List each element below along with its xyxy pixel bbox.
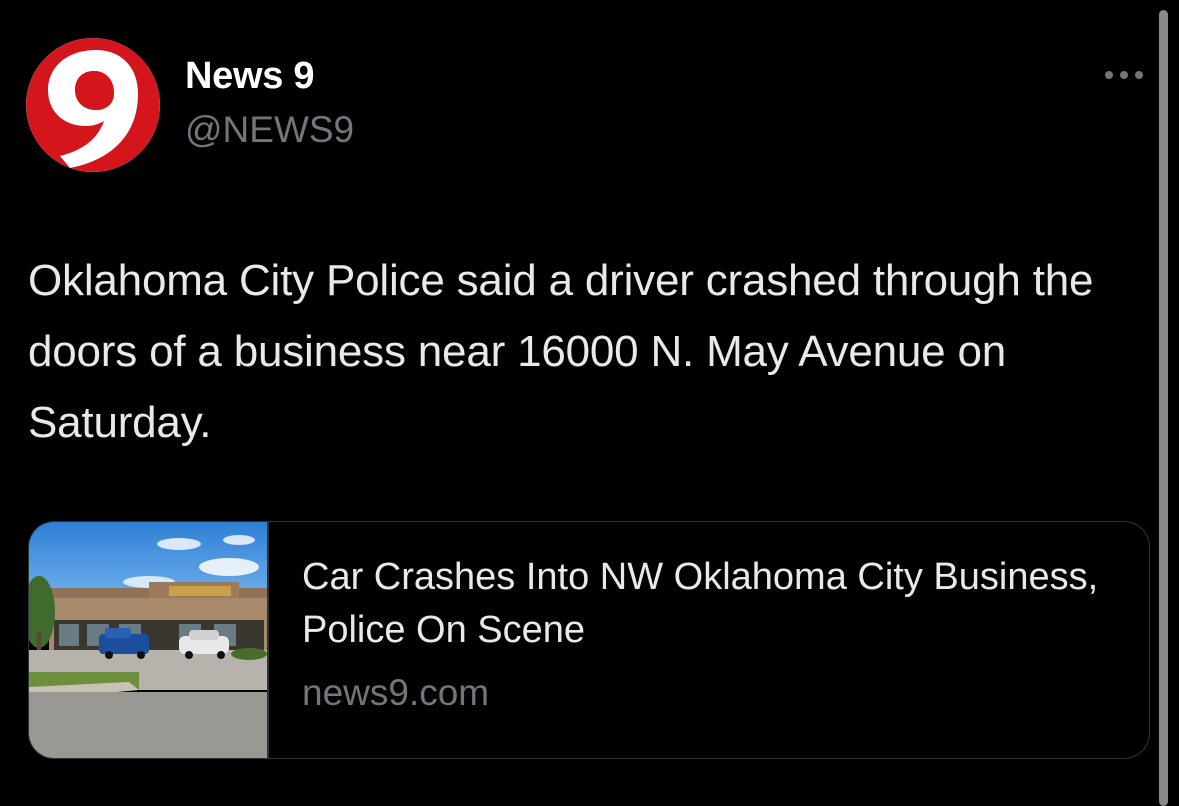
link-preview-card[interactable]: Car Crashes Into NW Oklahoma City Busine…	[28, 521, 1150, 759]
card-divider	[267, 522, 269, 758]
author-handle[interactable]: @NEWS9	[185, 109, 354, 151]
tweet-view: News 9 @NEWS9 Oklahoma City Police said …	[0, 0, 1179, 806]
card-image	[29, 522, 267, 758]
card-title[interactable]: Car Crashes Into NW Oklahoma City Busine…	[302, 551, 1102, 657]
author-name[interactable]: News 9	[185, 55, 314, 98]
more-options-button[interactable]	[1098, 58, 1150, 92]
card-domain: news9.com	[302, 672, 490, 713]
author-avatar[interactable]	[26, 38, 160, 172]
news9-logo-icon	[26, 38, 160, 172]
storefront-photo	[29, 522, 267, 758]
tweet-text: Oklahoma City Police said a driver crash…	[28, 256, 1094, 447]
scrollbar[interactable]	[1159, 10, 1168, 806]
more-horizontal-icon	[1105, 71, 1143, 79]
